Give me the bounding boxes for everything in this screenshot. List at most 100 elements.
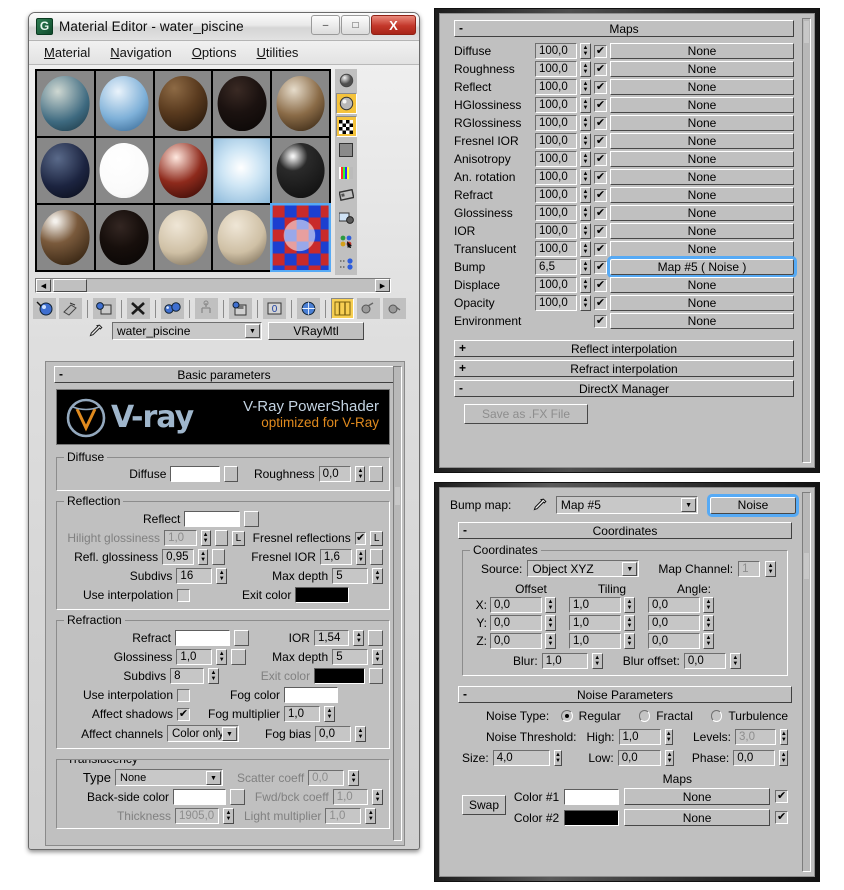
map-amount-input[interactable]: 100,0: [535, 223, 577, 239]
angle-z-input[interactable]: 0,0: [648, 633, 700, 649]
map-enable-checkbox[interactable]: ✔: [594, 224, 607, 238]
map-slot-button[interactable]: None: [610, 61, 794, 77]
roughness-map-button[interactable]: [369, 466, 384, 482]
blur-offset-spinner[interactable]: ▲ ▼: [729, 653, 741, 669]
map-slot-button[interactable]: None: [610, 151, 794, 167]
map-amount-input[interactable]: 100,0: [535, 115, 577, 131]
minimize-button[interactable]: –: [311, 15, 340, 35]
map-slot-button[interactable]: None: [610, 313, 794, 329]
map-enable-checkbox[interactable]: ✔: [594, 206, 607, 220]
scroll-right-button[interactable]: ▶: [375, 279, 390, 292]
menu-material[interactable]: MMaterialaterial: [35, 43, 99, 62]
affect-shadows-checkbox[interactable]: ✔: [177, 707, 190, 721]
chevron-down-icon[interactable]: ▼: [622, 562, 638, 576]
fog-bias-spinner[interactable]: ▲ ▼: [355, 725, 367, 742]
reset-map-material-icon[interactable]: [127, 298, 150, 319]
refract-color-swatch[interactable]: [174, 630, 230, 646]
fog-multiplier-spinner[interactable]: ▲ ▼: [324, 706, 336, 722]
affect-channels-select[interactable]: Color only ▼: [167, 725, 239, 742]
map-amount-input[interactable]: 100,0: [535, 187, 577, 203]
get-material-icon[interactable]: [33, 298, 56, 319]
expand-icon[interactable]: +: [459, 341, 466, 356]
scroll-thumb[interactable]: [53, 279, 87, 292]
menu-utilities[interactable]: Utilities: [248, 43, 308, 62]
levels-input[interactable]: 3,0: [735, 729, 776, 745]
refl-glossiness-input[interactable]: 0,95: [162, 549, 195, 565]
low-input[interactable]: 0,0: [617, 750, 662, 766]
map-amount-spinner[interactable]: ▲ ▼: [580, 97, 591, 113]
map-amount-spinner[interactable]: ▲ ▼: [580, 187, 591, 203]
video-color-check-icon[interactable]: [335, 162, 357, 183]
back-side-color-map-button[interactable]: [230, 789, 245, 805]
map-enable-checkbox[interactable]: ✔: [594, 98, 607, 112]
map-enable-checkbox[interactable]: ✔: [594, 314, 607, 328]
refract-glossiness-input[interactable]: 1,0: [176, 649, 213, 665]
refract-ior-map-button[interactable]: [368, 630, 383, 646]
show-map-in-viewport-icon[interactable]: [297, 298, 320, 319]
map-type-button[interactable]: Noise: [707, 493, 799, 517]
chevron-down-icon[interactable]: ▼: [222, 727, 237, 741]
material-slot-13[interactable]: [154, 205, 212, 270]
blur-input[interactable]: 1,0: [541, 653, 588, 669]
material-slot-8[interactable]: [154, 138, 212, 203]
maps-panel-scrollbar[interactable]: [802, 18, 811, 463]
color1-enable-checkbox[interactable]: ✔: [775, 790, 788, 803]
map-amount-input[interactable]: 100,0: [535, 61, 577, 77]
map-enable-checkbox[interactable]: ✔: [594, 296, 607, 310]
refl-exit-color-swatch[interactable]: [295, 587, 350, 603]
coordinates-rollout[interactable]: - Coordinates: [458, 522, 792, 539]
close-button[interactable]: X: [371, 15, 416, 35]
map-enable-checkbox[interactable]: ✔: [594, 278, 607, 292]
sample-uv-tiling-icon[interactable]: [335, 139, 357, 160]
fog-multiplier-input[interactable]: 1,0: [284, 706, 321, 722]
fwd-bck-coeff-spinner[interactable]: ▲ ▼: [372, 789, 383, 805]
map-amount-input[interactable]: 100,0: [535, 151, 577, 167]
map-amount-spinner[interactable]: ▲ ▼: [580, 43, 591, 59]
hilight-glossiness-spinner[interactable]: ▲ ▼: [200, 530, 211, 546]
map-amount-spinner[interactable]: ▲ ▼: [580, 169, 591, 185]
refl-glossiness-spinner[interactable]: ▲ ▼: [198, 549, 208, 565]
blur-spinner[interactable]: ▲ ▼: [591, 653, 603, 669]
collapse-icon[interactable]: -: [59, 367, 63, 382]
map-amount-input[interactable]: 100,0: [535, 169, 577, 185]
phase-spinner[interactable]: ▲ ▼: [779, 750, 788, 766]
offset-y-spinner[interactable]: ▲ ▼: [545, 615, 556, 631]
map-slot-button[interactable]: None: [610, 79, 794, 95]
put-to-library-icon[interactable]: [229, 298, 252, 319]
map-slot-button[interactable]: None: [610, 115, 794, 131]
scatter-coeff-input[interactable]: 0,0: [308, 769, 345, 786]
refract-glossiness-spinner[interactable]: ▲ ▼: [216, 649, 228, 665]
material-id-channel-icon[interactable]: [335, 254, 357, 275]
chevron-down-icon[interactable]: ▼: [245, 324, 260, 338]
color2-enable-checkbox[interactable]: ✔: [775, 811, 788, 824]
offset-z-spinner[interactable]: ▲ ▼: [545, 633, 556, 649]
map-amount-input[interactable]: 100,0: [535, 241, 577, 257]
material-slot-6[interactable]: [37, 138, 94, 203]
map-amount-input[interactable]: 100,0: [535, 205, 577, 221]
material-slot-15[interactable]: [270, 203, 331, 272]
material-slot-11[interactable]: [37, 205, 94, 270]
map-slot-button[interactable]: None: [610, 169, 794, 185]
blur-offset-input[interactable]: 0,0: [683, 653, 726, 669]
roughness-spinner[interactable]: ▲ ▼: [355, 466, 366, 482]
material-type-button[interactable]: VRayMtl: [268, 322, 364, 340]
map-amount-input[interactable]: 100,0: [535, 295, 577, 311]
map-amount-spinner[interactable]: ▲ ▼: [580, 241, 591, 257]
map-amount-spinner[interactable]: ▲ ▼: [580, 133, 591, 149]
chevron-down-icon[interactable]: ▼: [206, 771, 221, 785]
color2-swatch[interactable]: [564, 809, 619, 826]
map-enable-checkbox[interactable]: ✔: [594, 260, 607, 274]
background-checker-icon[interactable]: [335, 116, 357, 137]
scrollbar-grip[interactable]: [804, 553, 809, 579]
map-channel-input[interactable]: 1: [738, 560, 761, 577]
map-enable-checkbox[interactable]: ✔: [594, 152, 607, 166]
refract-ior-input[interactable]: 1,54: [313, 630, 350, 646]
menu-options[interactable]: Options: [183, 43, 246, 62]
material-slot-9[interactable]: [213, 138, 271, 203]
refract-map-button[interactable]: [233, 630, 249, 646]
levels-spinner[interactable]: ▲ ▼: [779, 729, 789, 745]
angle-x-spinner[interactable]: ▲ ▼: [703, 597, 714, 613]
map-slot-button[interactable]: None: [610, 205, 794, 221]
reflect-map-button[interactable]: [244, 511, 260, 527]
fwd-bck-coeff-input[interactable]: 1,0: [332, 789, 369, 805]
